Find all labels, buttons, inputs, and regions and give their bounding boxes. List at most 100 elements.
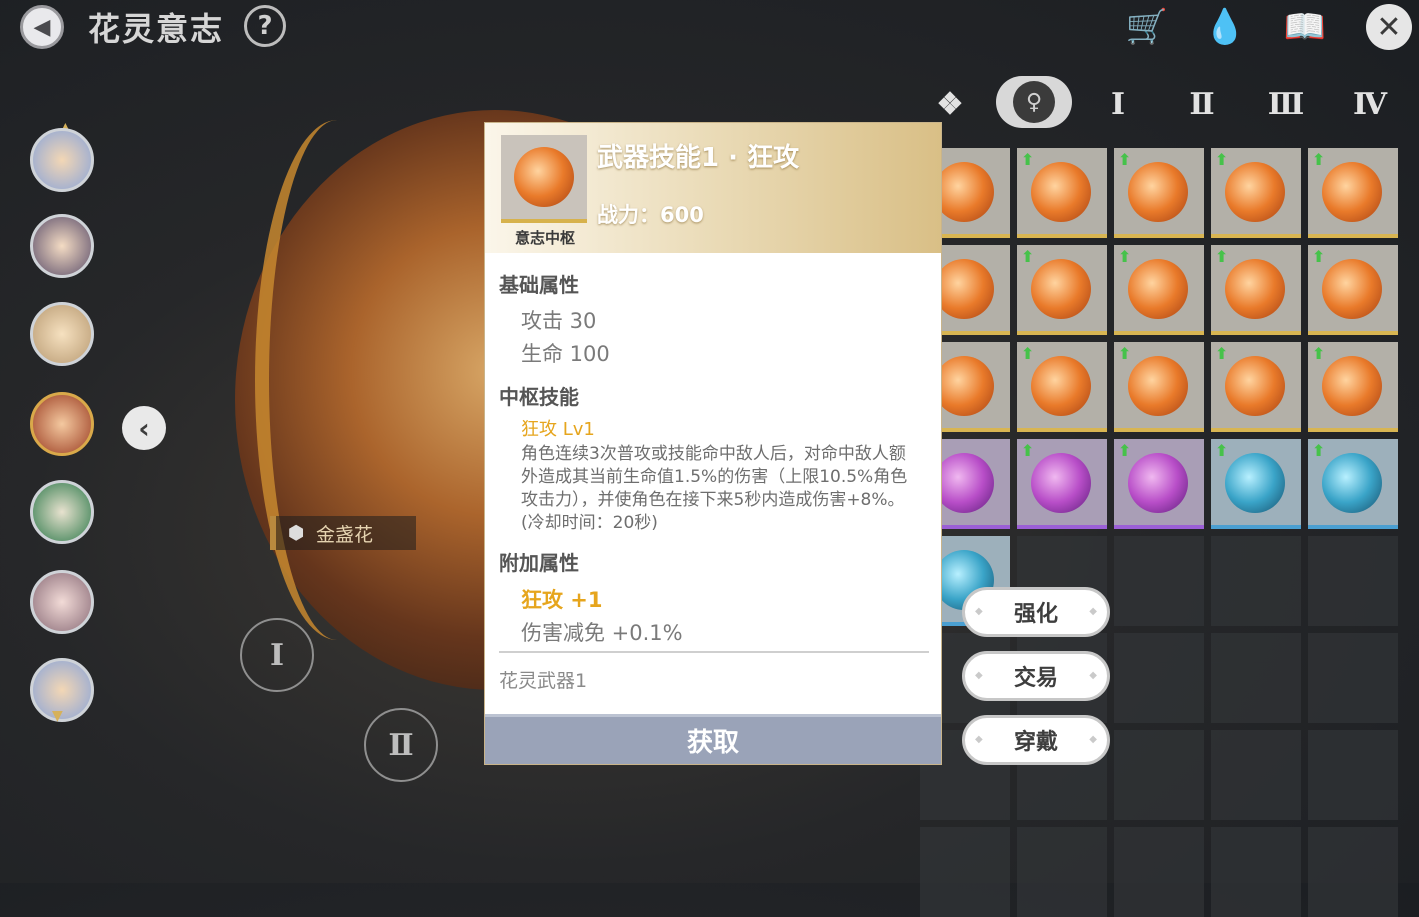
upgrade-arrow-icon: ⬆ (1021, 441, 1035, 460)
upgrade-arrow-icon: ⬆ (1312, 150, 1326, 169)
inventory-item[interactable]: ⬆ (1114, 245, 1204, 335)
orb-icon (1128, 162, 1188, 222)
orb-icon (1128, 453, 1188, 513)
character-avatar-3[interactable]: Ⅲ (30, 302, 94, 366)
upgrade-arrow-icon: ⬆ (1021, 344, 1035, 363)
tab-tier-4[interactable]: Ⅳ (1346, 80, 1394, 128)
empty-slot (1308, 730, 1398, 820)
flower-drop-icon[interactable]: 💧 (1200, 4, 1250, 50)
extra-attribute-2: 伤害减免 +0.1% (521, 621, 683, 645)
item-type-label: 意志中枢 (514, 229, 575, 247)
tab-tier-2[interactable]: Ⅱ (1178, 80, 1226, 128)
skill-description: 角色连续3次普攻或技能命中敌人后，对命中敌人额外造成其当前生命值1.5%的伤害（… (521, 444, 908, 533)
tab-weapon-selected[interactable]: ♀ (996, 76, 1072, 128)
orb-icon (1322, 453, 1382, 513)
tab-tier-1[interactable]: Ⅰ (1094, 80, 1142, 128)
scroll-down-icon[interactable]: ▼ (52, 708, 63, 724)
orb-icon (1128, 259, 1188, 319)
previous-arrow-button[interactable]: ‹ (122, 406, 166, 450)
attack-stat: 攻击 30 (521, 309, 597, 333)
inventory-item[interactable]: ⬆ (1114, 342, 1204, 432)
obtain-button[interactable]: 获取 (485, 714, 941, 764)
inventory-item[interactable]: ⬆ (1114, 148, 1204, 238)
card-header: 意志中枢 武器技能1 · 狂攻 战力：600 (485, 123, 941, 253)
orb-icon (1031, 162, 1091, 222)
extra-attributes-header: 附加属性 (499, 551, 579, 575)
inventory-item[interactable]: ⬆ (1211, 342, 1301, 432)
empty-slot (1017, 827, 1107, 917)
close-button[interactable]: ✕ (1366, 4, 1412, 50)
close-icon: ✕ (1376, 9, 1402, 45)
inventory-item[interactable]: ⬆ (1114, 439, 1204, 529)
inventory-item[interactable]: ⬆ (1308, 342, 1398, 432)
character-avatar-2[interactable]: Ⅲ (30, 214, 94, 278)
empty-slot (1114, 730, 1204, 820)
orb-icon (1031, 259, 1091, 319)
upgrade-arrow-icon: ⬆ (1215, 150, 1229, 169)
orb-icon (1225, 259, 1285, 319)
upgrade-arrow-icon: ⬆ (1312, 344, 1326, 363)
inventory-item[interactable]: ⬆ (1017, 342, 1107, 432)
orb-icon (1225, 162, 1285, 222)
book-question-icon[interactable]: 📖 (1280, 4, 1330, 50)
upgrade-arrow-icon: ⬆ (1215, 344, 1229, 363)
orb-icon (934, 356, 994, 416)
inventory-item[interactable]: ⬆ (1211, 439, 1301, 529)
item-source: 花灵武器1 (499, 670, 588, 692)
trade-button[interactable]: 交易 (962, 651, 1110, 701)
inventory-item[interactable]: ⬆ (1017, 439, 1107, 529)
item-detail-card: 意志中枢 武器技能1 · 狂攻 战力：600 基础属性 攻击 30 生命 100… (484, 122, 942, 765)
back-button[interactable]: ◀ (20, 5, 64, 49)
item-icon (501, 135, 587, 223)
character-avatar-1[interactable] (30, 128, 94, 192)
tab-all[interactable]: ❖ (926, 80, 974, 128)
equip-button[interactable]: 穿戴 (962, 715, 1110, 765)
inventory-item[interactable]: ⬆ (1211, 245, 1301, 335)
orb-icon (1031, 453, 1091, 513)
chevron-left-icon: ‹ (138, 411, 150, 445)
tab-tier-3[interactable]: Ⅲ (1262, 80, 1310, 128)
inventory-item[interactable]: ⬆ (1308, 245, 1398, 335)
emblem-icon: ⬢ (287, 522, 305, 544)
bow-illustration (255, 120, 419, 640)
enhance-button[interactable]: 强化 (962, 587, 1110, 637)
orb-icon (934, 259, 994, 319)
inventory-item[interactable]: ⬆ (1017, 148, 1107, 238)
slot-ring-1[interactable]: Ⅰ (240, 618, 314, 692)
help-button[interactable]: ? (244, 5, 286, 47)
character-avatar-5[interactable]: Ⅲ (30, 480, 94, 544)
empty-slot (1211, 827, 1301, 917)
shop-cart-icon[interactable]: 🛒 (1122, 4, 1172, 50)
upgrade-arrow-icon: ⬆ (1118, 344, 1132, 363)
upgrade-arrow-icon: ⬆ (1215, 441, 1229, 460)
inventory-item[interactable]: ⬆ (1211, 148, 1301, 238)
upgrade-arrow-icon: ⬆ (1215, 247, 1229, 266)
character-name-tag: ⬢ 金盏花 (270, 516, 416, 550)
empty-slot (1308, 633, 1398, 723)
empty-slot (1211, 536, 1301, 626)
empty-slot (920, 827, 1010, 917)
empty-slot (1308, 827, 1398, 917)
extra-attribute-1: 狂攻 +1 (521, 588, 603, 612)
inventory-item[interactable]: ⬆ (1017, 245, 1107, 335)
character-avatar-6[interactable]: Ⅲ (30, 570, 94, 634)
upgrade-arrow-icon: ⬆ (1118, 441, 1132, 460)
slot-ring-2[interactable]: Ⅱ (364, 708, 438, 782)
orb-icon (1322, 356, 1382, 416)
orb-icon (1128, 356, 1188, 416)
orb-icon (934, 162, 994, 222)
empty-slot (1211, 633, 1301, 723)
inventory-item[interactable]: ⬆ (1308, 439, 1398, 529)
orb-icon (1031, 356, 1091, 416)
orb-icon (1225, 356, 1285, 416)
inventory-item[interactable]: ⬆ (1308, 148, 1398, 238)
character-avatar-4-selected[interactable]: Ⅲ (30, 392, 94, 456)
upgrade-arrow-icon: ⬆ (1118, 247, 1132, 266)
upgrade-arrow-icon: ⬆ (1312, 441, 1326, 460)
empty-slot (1114, 827, 1204, 917)
base-attributes-header: 基础属性 (499, 273, 579, 297)
hp-stat: 生命 100 (521, 342, 610, 366)
orb-icon (1322, 259, 1382, 319)
divider (499, 651, 929, 653)
inventory-grid: ⬆ ⬆ ⬆ ⬆ ⬆ ⬆ ⬆ ⬆ ⬆ ⬆ ⬆ ⬆ ⬆ ⬆ ⬆ ⬆ (920, 148, 1400, 917)
